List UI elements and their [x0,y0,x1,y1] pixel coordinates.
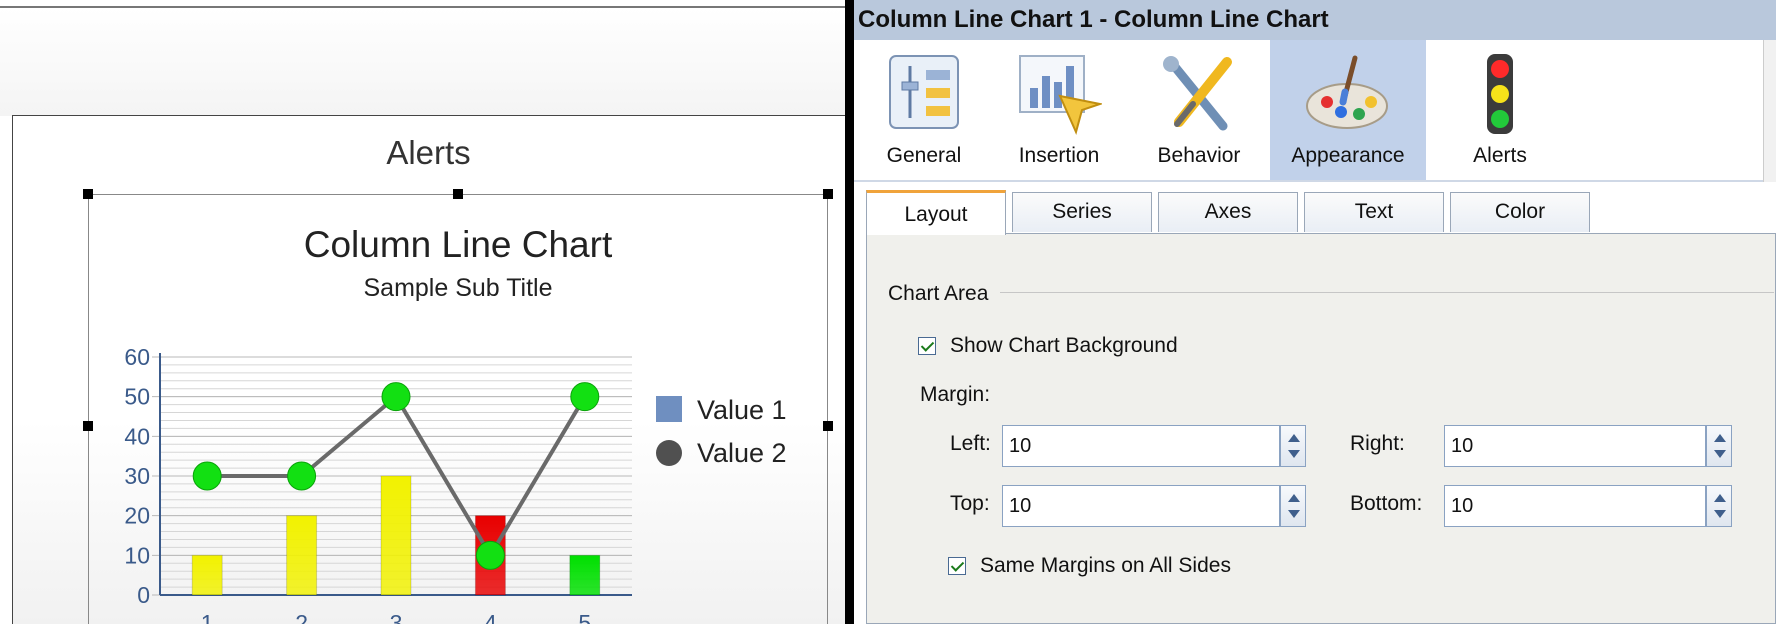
line-point [192,461,222,491]
general-icon [886,52,962,137]
top-margin-spinner[interactable] [1280,485,1306,527]
properties-panel: Column Line Chart 1 - Column Line Chart … [854,0,1776,624]
bottom-margin-field[interactable]: 10 [1444,485,1706,527]
tab-series[interactable]: Series [1012,192,1152,232]
toolbar-button-general[interactable]: General [864,40,984,180]
panel-separator[interactable] [845,0,854,624]
toolbar-label-insertion: Insertion [1018,144,1100,167]
spin-up-icon [1714,434,1726,442]
x-tick-label: 4 [484,610,497,624]
tab-color[interactable]: Color [1450,192,1590,232]
toolbar-button-behavior[interactable]: Behavior [1134,40,1264,180]
right-margin-label: Right: [1350,432,1405,455]
tab-axes[interactable]: Axes [1158,192,1298,232]
y-tick-label: 30 [124,463,150,489]
insertion-icon [1016,52,1104,141]
x-tick-label: 3 [390,610,403,624]
y-tick-label: 60 [124,344,150,370]
toolbar-label-appearance: Appearance [1291,144,1405,167]
legend-label-value-2: Value 2 [697,438,787,468]
column-line-chart[interactable]: 0 10 20 30 40 50 60 1 2 3 4 5 Value 1 Value 2 [0,0,845,624]
bottom-margin-spinner[interactable] [1706,485,1732,527]
bottom-margin-label: Bottom: [1350,492,1423,515]
legend-swatch-value-1 [656,396,682,422]
spin-up-icon [1288,434,1300,442]
category-toolbar: General Insertion Behavior Appearance Al… [854,40,1776,182]
legend-label-value-1: Value 1 [697,395,787,425]
line-point [570,382,600,412]
y-tick-label: 50 [124,384,150,410]
appearance-icon [1303,52,1393,141]
left-margin-field[interactable]: 10 [1002,425,1280,467]
show-chart-background-checkbox[interactable] [918,337,936,355]
appearance-tabs: Layout Series Axes Text Color [866,190,1776,235]
line-point [381,382,411,412]
margin-label: Margin: [920,383,991,406]
same-margins-checkbox[interactable] [948,557,966,575]
panel-scrollbar[interactable] [1763,40,1776,182]
left-margin-spinner[interactable] [1280,425,1306,467]
toolbar-button-alerts[interactable]: Alerts [1440,40,1560,180]
x-tick-label: 5 [578,610,591,624]
spin-down-icon [1288,450,1300,458]
show-chart-background-label: Show Chart Background [950,334,1178,357]
column-bar [380,475,412,596]
tab-layout[interactable]: Layout [866,190,1006,235]
toolbar-label-alerts: Alerts [1473,144,1527,167]
x-tick-label: 2 [295,610,308,624]
line-point [475,540,505,570]
column-bar [191,554,223,596]
left-margin-label: Left: [950,432,991,455]
spin-up-icon [1714,494,1726,502]
toolbar-button-insertion[interactable]: Insertion [994,40,1124,180]
spin-up-icon [1288,494,1300,502]
panel-title: Column Line Chart 1 - Column Line Chart [854,0,1776,40]
y-tick-label: 40 [124,423,150,449]
spin-down-icon [1288,510,1300,518]
same-margins-label: Same Margins on All Sides [980,554,1231,577]
y-tick-label: 20 [124,503,150,529]
legend-swatch-value-2 [656,440,682,466]
y-tick-label: 10 [124,542,150,568]
chart-canvas: Alerts Column Line Chart Sample Sub Titl… [0,0,845,624]
y-tick-label: 0 [137,582,150,608]
tab-text[interactable]: Text [1304,192,1444,232]
chart-area-group-title: Chart Area [888,282,1001,306]
right-margin-field[interactable]: 10 [1444,425,1706,467]
x-tick-label: 1 [201,610,214,624]
alerts-icon [1475,52,1525,141]
top-margin-label: Top: [950,492,990,515]
behavior-icon [1157,52,1241,141]
group-divider [894,292,1774,293]
toolbar-label-general: General [886,144,962,167]
spin-down-icon [1714,450,1726,458]
spin-down-icon [1714,510,1726,518]
toolbar-label-behavior: Behavior [1157,144,1241,167]
line-point [287,461,317,491]
top-margin-field[interactable]: 10 [1002,485,1280,527]
column-bar [569,554,601,596]
column-bar [286,515,318,596]
toolbar-button-appearance[interactable]: Appearance [1270,40,1426,180]
right-margin-spinner[interactable] [1706,425,1732,467]
